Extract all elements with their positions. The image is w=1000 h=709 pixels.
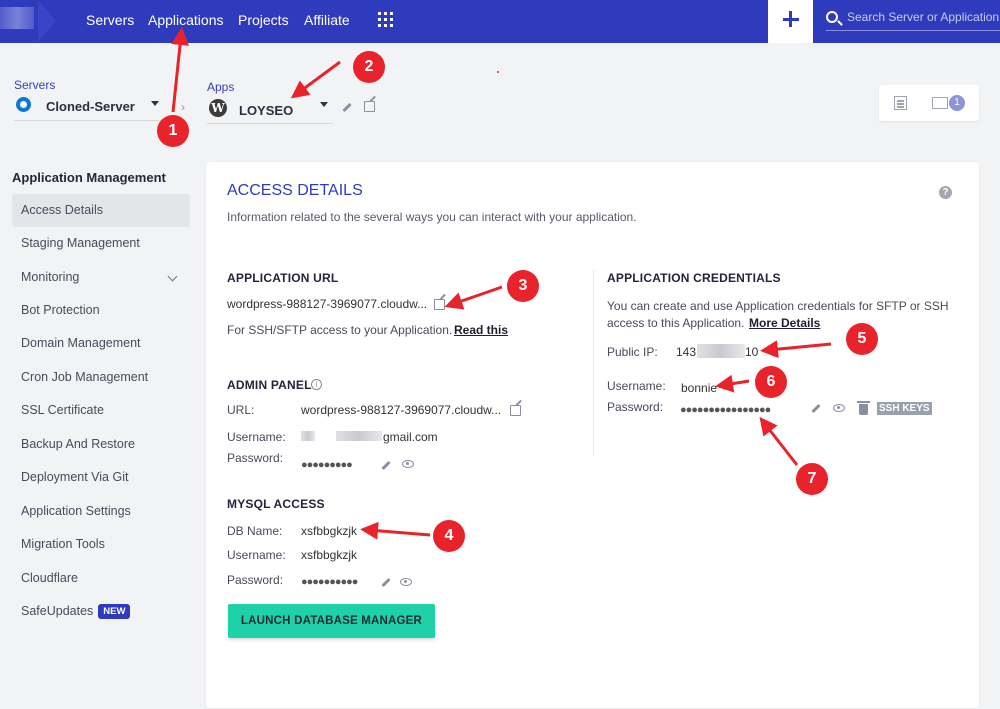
annotation-badge-3: 3	[507, 270, 539, 302]
annotation-badge-4: 4	[433, 520, 465, 552]
annotation-badge-6: 6	[755, 366, 787, 398]
annotation-arrows	[171, 27, 832, 540]
annotation-badge-5: 5	[846, 323, 878, 355]
annotation-badge-7: 7	[796, 463, 828, 495]
annotation-badge-1: 1	[157, 115, 189, 147]
annotation-badge-2: 2	[353, 51, 385, 83]
